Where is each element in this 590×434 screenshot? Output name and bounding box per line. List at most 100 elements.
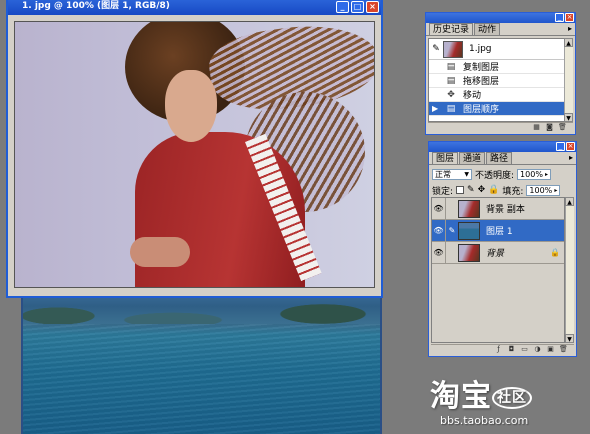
snapshot-name: 1.jpg — [469, 44, 492, 54]
current-state-marker-icon: ▶ — [432, 104, 439, 113]
history-step-label: 移动 — [463, 91, 482, 101]
move-icon: ✥ — [447, 89, 455, 100]
scroll-up-icon[interactable]: ▲ — [565, 197, 574, 206]
tab-actions[interactable]: 动作 — [474, 23, 501, 35]
layer-icon: ▤ — [446, 103, 456, 114]
opacity-input[interactable]: 100% ▸ — [517, 168, 552, 180]
image-canvas[interactable] — [14, 21, 375, 288]
panel-close-button[interactable]: × — [566, 142, 575, 151]
layers-footer: ƒ ◘ ▭ ◑ ▣ 🗑 — [431, 344, 574, 354]
tab-layers[interactable]: 图层 — [432, 152, 459, 164]
arm — [130, 237, 190, 267]
layers-panel-titlebar[interactable]: _ × — [429, 142, 576, 152]
watermark-badge: 社区 — [492, 386, 532, 409]
panel-minimize-button[interactable]: _ — [556, 142, 565, 151]
blend-mode-select[interactable]: 正常 ▼ — [432, 168, 472, 180]
layer-name: 背景 — [486, 249, 505, 259]
paintbrush-icon[interactable]: ✎ — [446, 220, 458, 241]
lock-image-brush-icon[interactable]: ✎ — [467, 185, 475, 195]
history-step-label: 复制图层 — [463, 63, 500, 73]
stepper-arrow-icon: ▸ — [554, 186, 558, 194]
history-panel-titlebar[interactable]: _ × — [426, 13, 575, 23]
adjustment-layer-icon[interactable]: ◑ — [533, 345, 542, 353]
document-title: 1. jpg @ 100% (图层 1, RGB/8) — [22, 1, 170, 11]
history-step-selected[interactable]: ▶ ▤ 图层顺序 — [429, 102, 564, 116]
lock-label: 锁定: — [432, 186, 454, 197]
layer-row[interactable]: 👁 背景 副本 — [432, 198, 564, 220]
trash-icon[interactable]: 🗑 — [558, 123, 567, 131]
tab-paths[interactable]: 路径 — [486, 152, 513, 164]
visibility-eye-icon[interactable]: 👁 — [432, 198, 446, 219]
document-title-bar[interactable]: 1. jpg @ 100% (图层 1, RGB/8) _ □ × — [8, 0, 381, 15]
lock-transparent-icon[interactable] — [456, 186, 465, 194]
blend-opacity-row: 正常 ▼ 不透明度: 100% ▸ — [429, 167, 576, 181]
close-button[interactable]: × — [366, 1, 379, 13]
layer-icon: ▤ — [446, 61, 456, 72]
minimize-button[interactable]: _ — [336, 1, 349, 13]
visibility-eye-icon[interactable]: 👁 — [432, 220, 446, 241]
history-scrollbar[interactable]: ▲ ▼ — [564, 38, 573, 122]
layer-name: 背景 副本 — [486, 205, 525, 215]
panel-minimize-button[interactable]: _ — [555, 13, 564, 22]
opacity-label: 不透明度: — [475, 170, 515, 181]
lock-icon: 🔒 — [550, 248, 560, 257]
opacity-value: 100% — [520, 169, 543, 179]
watermark-url: bbs.taobao.com — [440, 414, 529, 427]
tab-channels[interactable]: 通道 — [459, 152, 486, 164]
fill-value: 100% — [529, 185, 553, 195]
new-layer-icon[interactable]: ▣ — [546, 345, 555, 353]
new-group-icon[interactable]: ▭ — [520, 345, 529, 353]
dropdown-arrow-icon: ▼ — [464, 170, 469, 178]
maximize-button[interactable]: □ — [351, 1, 364, 13]
panel-menu-arrow-icon[interactable]: ▸ — [568, 24, 572, 33]
layer-thumbnail — [458, 243, 480, 262]
lake-image-layer — [21, 292, 382, 434]
layer-row[interactable]: 👁 背景 🔒 — [432, 242, 564, 264]
history-tabs: 历史记录 动作 ▸ — [426, 23, 575, 36]
history-step[interactable]: ▤ 拖移图层 — [429, 74, 564, 88]
new-snapshot-icon[interactable]: ◙ — [545, 123, 554, 131]
layers-tabs: 图层 通道 路径 ▸ — [429, 152, 576, 165]
layers-panel[interactable]: _ × 图层 通道 路径 ▸ 正常 ▼ 不透明度: 100% ▸ 锁定: ✎ ✥… — [428, 141, 577, 357]
panel-close-button[interactable]: × — [565, 13, 574, 22]
history-brush-icon[interactable]: ✎ — [429, 44, 443, 54]
layers-scrollbar[interactable]: ▲ ▼ — [565, 197, 574, 343]
link-slot[interactable] — [446, 242, 458, 263]
document-window[interactable]: 1. jpg @ 100% (图层 1, RGB/8) _ □ × — [6, 0, 383, 298]
trash-icon[interactable]: 🗑 — [559, 345, 568, 353]
history-step[interactable]: ▤ 复制图层 — [429, 60, 564, 74]
lock-all-icon[interactable]: 🔒 — [488, 185, 499, 195]
lock-fill-row: 锁定: ✎ ✥ 🔒 填充: 100% ▸ — [429, 183, 576, 197]
layer-list[interactable]: 👁 背景 副本 👁 ✎ 图层 1 👁 背景 🔒 — [431, 197, 565, 343]
scroll-up-icon[interactable]: ▲ — [564, 38, 573, 47]
layer-thumbnail — [458, 221, 480, 240]
panel-menu-arrow-icon[interactable]: ▸ — [569, 153, 573, 162]
watermark-logo: 淘宝 社区 — [430, 380, 590, 414]
taobao-watermark: 淘宝 社区 bbs.taobao.com — [430, 380, 590, 434]
history-snapshot[interactable]: ✎ 1.jpg — [429, 39, 564, 60]
layer-row-selected[interactable]: 👁 ✎ 图层 1 — [432, 220, 564, 242]
snapshot-thumbnail — [443, 40, 463, 58]
history-list[interactable]: ✎ 1.jpg ▤ 复制图层 ▤ 拖移图层 ✥ 移动 ▶ ▤ 图层顺序 — [428, 38, 565, 122]
history-step-label: 图层顺序 — [463, 105, 500, 115]
face — [165, 70, 217, 142]
history-footer: ▦ ◙ 🗑 — [428, 122, 573, 132]
mountains — [23, 298, 380, 324]
fill-label: 填充: — [502, 186, 524, 197]
history-step[interactable]: ✥ 移动 — [429, 88, 564, 102]
lock-position-move-icon[interactable]: ✥ — [478, 185, 486, 195]
history-panel[interactable]: _ × 历史记录 动作 ▸ ✎ 1.jpg ▤ 复制图层 ▤ 拖移图层 ✥ 移动… — [425, 12, 576, 135]
layer-style-icon[interactable]: ƒ — [494, 345, 503, 353]
scroll-down-icon[interactable]: ▼ — [564, 113, 573, 122]
tab-history[interactable]: 历史记录 — [429, 23, 474, 35]
link-slot[interactable] — [446, 198, 458, 219]
layer-mask-icon[interactable]: ◘ — [507, 345, 516, 353]
scroll-down-icon[interactable]: ▼ — [565, 334, 574, 343]
fill-input[interactable]: 100% ▸ — [526, 184, 561, 196]
layer-name: 图层 1 — [486, 227, 513, 237]
visibility-eye-icon[interactable]: 👁 — [432, 242, 446, 263]
watermark-logo-text: 淘宝 — [430, 379, 492, 414]
stepper-arrow-icon: ▸ — [545, 170, 549, 178]
water — [23, 324, 380, 434]
new-document-from-state-icon[interactable]: ▦ — [532, 123, 541, 131]
